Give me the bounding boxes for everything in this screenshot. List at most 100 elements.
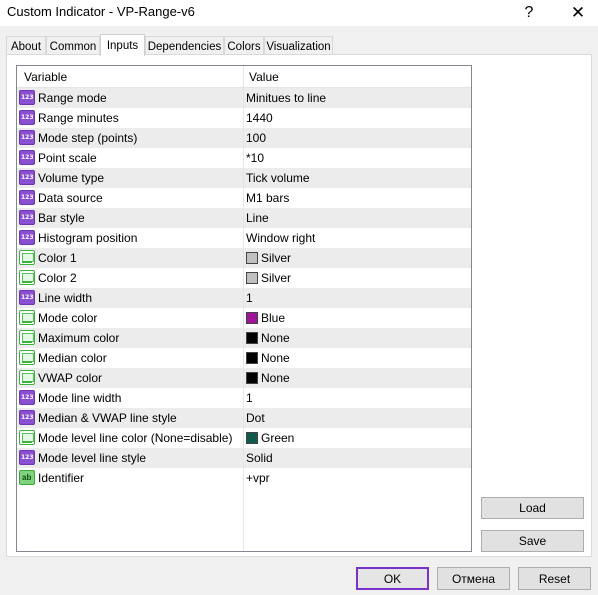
table-row[interactable]: Range mode Minitues to line	[17, 88, 471, 108]
color-swatch	[246, 271, 258, 284]
variable-name: Median & VWAP line style	[38, 411, 177, 425]
value-cell[interactable]: 1440	[246, 111, 273, 125]
value-cell[interactable]: Silver	[246, 251, 291, 265]
value-cell[interactable]: Dot	[246, 411, 265, 425]
value-text: +vpr	[246, 471, 270, 485]
variable-name: Data source	[38, 191, 103, 205]
variable-name: Identifier	[38, 471, 85, 485]
value-text: 100	[246, 131, 267, 145]
table-row[interactable]: Color 1 Silver	[17, 248, 471, 268]
tab-about[interactable]: About	[6, 36, 46, 56]
inputs-table[interactable]: Variable Value Range mode Minitues to lin…	[16, 65, 472, 552]
tab-colors[interactable]: Colors	[224, 36, 264, 56]
value-cell[interactable]: 100	[246, 131, 266, 145]
table-row[interactable]: Mode step (points) 100	[17, 128, 471, 148]
value-text: Dot	[246, 411, 265, 425]
table-row[interactable]: Line width 1	[17, 288, 471, 308]
table-row[interactable]: Volume type Tick volume	[17, 168, 471, 188]
color-swatch	[246, 311, 258, 324]
color-swatch	[246, 351, 258, 364]
value-text: Blue	[261, 311, 286, 325]
value-cell[interactable]: None	[246, 331, 290, 345]
ok-button[interactable]: OK	[356, 567, 429, 590]
number-icon	[19, 390, 35, 405]
table-header: Variable Value	[17, 66, 471, 88]
value-cell[interactable]: Solid	[246, 451, 273, 465]
value-cell[interactable]: Line	[246, 211, 269, 225]
value-text: Silver	[261, 251, 292, 265]
help-button[interactable]: ?	[509, 0, 549, 26]
variable-name: Range mode	[38, 91, 107, 105]
value-cell[interactable]: 1	[246, 391, 253, 405]
color-swatch	[246, 371, 258, 384]
table-row[interactable]: Bar style Line	[17, 208, 471, 228]
variable-name: Median color	[38, 351, 107, 365]
variable-name: Color 1	[38, 251, 77, 265]
value-text: Silver	[261, 271, 292, 285]
value-cell[interactable]: Green	[246, 431, 294, 445]
table-row[interactable]: Histogram position Window right	[17, 228, 471, 248]
value-cell[interactable]: *10	[246, 151, 264, 165]
value-cell[interactable]: Blue	[246, 311, 285, 325]
number-icon	[19, 110, 35, 125]
value-cell[interactable]: Silver	[246, 271, 291, 285]
table-row[interactable]: Median color None	[17, 348, 471, 368]
window-title: Custom Indicator - VP-Range-v6	[7, 4, 195, 19]
number-icon	[19, 130, 35, 145]
table-row[interactable]: Maximum color None	[17, 328, 471, 348]
value-cell[interactable]: +vpr	[246, 471, 270, 485]
table-row[interactable]: Point scale *10	[17, 148, 471, 168]
tab-common[interactable]: Common	[46, 36, 100, 56]
table-row[interactable]: Identifier +vpr	[17, 468, 471, 488]
variable-name: Volume type	[38, 171, 105, 185]
value-text: None	[261, 331, 290, 345]
value-cell[interactable]: None	[246, 371, 290, 385]
inputs-panel: Variable Value Range mode Minitues to lin…	[6, 54, 592, 557]
tab-inputs[interactable]: Inputs	[100, 34, 145, 56]
cancel-button[interactable]: Отмена	[437, 567, 510, 590]
value-text: Window right	[246, 231, 316, 245]
value-text: 1440	[246, 111, 273, 125]
table-row[interactable]: Data source M1 bars	[17, 188, 471, 208]
color-icon	[19, 330, 35, 345]
load-button[interactable]: Load	[481, 497, 584, 519]
color-swatch	[246, 251, 258, 264]
color-swatch	[246, 331, 258, 344]
variable-name: Mode line width	[38, 391, 122, 405]
tab-visualization[interactable]: Visualization	[264, 36, 333, 56]
value-cell[interactable]: M1 bars	[246, 191, 289, 205]
title-bar: Custom Indicator - VP-Range-v6 ? ✕	[0, 0, 598, 26]
value-text: None	[261, 371, 290, 385]
column-header-variable[interactable]: Variable	[24, 70, 67, 84]
tab-dependencies[interactable]: Dependencies	[145, 36, 224, 56]
column-divider[interactable]	[243, 66, 244, 551]
table-row[interactable]: Range minutes 1440	[17, 108, 471, 128]
value-cell[interactable]: Minitues to line	[246, 91, 326, 105]
column-header-value[interactable]: Value	[249, 70, 279, 84]
table-row[interactable]: Mode level line style Solid	[17, 448, 471, 468]
variable-name: Line width	[38, 291, 93, 305]
value-cell[interactable]: Window right	[246, 231, 315, 245]
save-button[interactable]: Save	[481, 530, 584, 552]
variable-name: Bar style	[38, 211, 85, 225]
table-row[interactable]: Mode color Blue	[17, 308, 471, 328]
value-text: None	[261, 351, 290, 365]
variable-name: Mode color	[38, 311, 98, 325]
table-row[interactable]: Mode line width 1	[17, 388, 471, 408]
value-cell[interactable]: Tick volume	[246, 171, 310, 185]
string-icon	[19, 470, 35, 485]
variable-name: Mode level line style	[38, 451, 147, 465]
table-row[interactable]: Mode level line color (None=disable) Gree…	[17, 428, 471, 448]
reset-button[interactable]: Reset	[518, 567, 591, 590]
variable-name: VWAP color	[38, 371, 103, 385]
table-row[interactable]: VWAP color None	[17, 368, 471, 388]
value-text: 1	[246, 391, 253, 405]
close-button[interactable]: ✕	[558, 0, 598, 26]
table-row[interactable]: Median & VWAP line style Dot	[17, 408, 471, 428]
color-icon	[19, 430, 35, 445]
table-row[interactable]: Color 2 Silver	[17, 268, 471, 288]
value-cell[interactable]: None	[246, 351, 290, 365]
value-text: Solid	[246, 451, 273, 465]
color-icon	[19, 250, 35, 265]
value-cell[interactable]: 1	[246, 291, 253, 305]
